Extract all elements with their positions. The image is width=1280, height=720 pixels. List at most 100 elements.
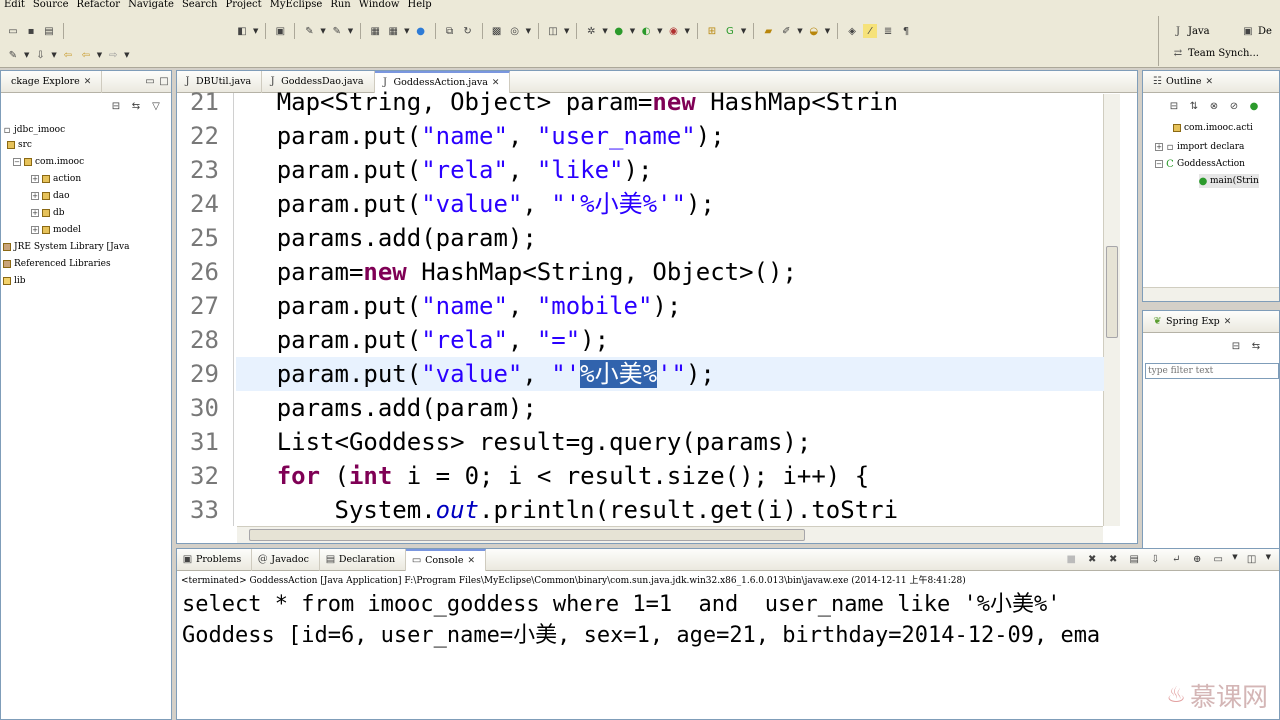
scroll-thumb[interactable] (249, 529, 805, 541)
outline-view: ☷ Outline ✕ ⊟ ⇅ ⊗ ⊘ ● com.imooc.acti + ▫… (1142, 70, 1280, 302)
outline-item-package[interactable]: com.imooc.acti (1173, 123, 1253, 133)
remove-all-icon[interactable]: ✖ (1106, 553, 1120, 567)
code-token: , (522, 360, 552, 388)
code-line[interactable]: 29 param.put("value", "'%小美%'"); (190, 357, 1104, 391)
console-status: <terminated> GoddessAction [Java Applica… (181, 576, 966, 586)
code-token: ); (685, 360, 715, 388)
tab-spring-explorer[interactable]: ❦ Spring Exp ✕ (1147, 311, 1241, 333)
close-icon[interactable]: ✕ (467, 556, 475, 566)
watermark-flame-icon: ♨ (1166, 683, 1186, 708)
scroll-lock-icon[interactable]: ⇩ (1148, 553, 1162, 567)
code-token: , (507, 122, 537, 150)
code-token: params.add(param); (218, 224, 537, 252)
code-area[interactable]: 21 Map<String, Object> param=new HashMap… (0, 0, 1104, 527)
code-line[interactable]: 23 param.put("rela", "like"); (190, 153, 1104, 187)
line-number: 30 (190, 394, 219, 422)
code-token: new (363, 258, 407, 286)
outline-header: ☷ Outline ✕ (1143, 71, 1279, 93)
outline-item-imports[interactable]: + ▫ import declara (1155, 140, 1244, 154)
perspective-team-sync[interactable]: ⇄ Team Synch... (1171, 46, 1259, 60)
collapse-icon[interactable]: − (1155, 160, 1163, 168)
code-token: param.put( (218, 326, 422, 354)
code-token: , (522, 190, 552, 218)
hide-nonpublic-icon[interactable]: ● (1247, 99, 1261, 113)
code-line[interactable]: 24 param.put("value", "'%小美%'"); (190, 187, 1104, 221)
code-line[interactable]: 28 param.put("rela", "="); (190, 323, 1104, 357)
code-token: "rela" (421, 156, 508, 184)
code-token: new (652, 88, 696, 116)
code-line[interactable]: 31 List<Goddess> result=g.query(params); (190, 425, 1104, 459)
imports-icon: ▫ (1166, 141, 1174, 153)
editor-horizontal-scrollbar[interactable] (237, 526, 1103, 543)
tab-problems[interactable]: ▣ Problems (177, 548, 253, 571)
open-console-icon[interactable]: ◫ (1245, 553, 1259, 567)
code-line[interactable]: 33 System.out.println(result.get(i).toSt… (190, 493, 1104, 527)
java-perspective-icon: J (1175, 25, 1180, 37)
close-icon[interactable]: ✕ (1224, 317, 1232, 327)
code-token: ); (623, 156, 653, 184)
line-number: 33 (190, 496, 219, 524)
code-token: List<Goddess> result=g.query(params); (218, 428, 812, 456)
code-token: Map<String, Object> param= (218, 88, 653, 116)
code-token: "name" (421, 122, 508, 150)
code-token: "'%小美%'" (551, 190, 686, 218)
code-line[interactable]: 26 param=new HashMap<String, Object>(); (190, 255, 1104, 289)
terminate-icon[interactable]: ■ (1064, 553, 1078, 567)
outline-toolbar: ⊟ ⇅ ⊗ ⊘ ● (1167, 99, 1261, 113)
selected-text: %小美% (580, 360, 658, 388)
tab-outline[interactable]: ☷ Outline ✕ (1147, 71, 1223, 93)
display-console-icon[interactable]: ▭ (1211, 553, 1225, 567)
filter-input[interactable] (1145, 363, 1279, 379)
code-token: int (348, 462, 393, 490)
scroll-thumb[interactable] (1106, 246, 1118, 338)
line-number: 29 (190, 360, 219, 388)
tab-declaration[interactable]: ▤ Declaration (320, 548, 407, 571)
method-icon: ● (1198, 175, 1208, 187)
outline-horizontal-scrollbar[interactable] (1143, 287, 1279, 301)
watermark-text: 慕课网 (1189, 683, 1268, 713)
code-line[interactable]: 32 for (int i = 0; i < result.size(); i+… (190, 459, 1104, 493)
code-token: "mobile" (536, 292, 653, 320)
watermark: ♨ 慕课网 (1166, 677, 1268, 714)
hide-static-icon[interactable]: ⊘ (1227, 99, 1241, 113)
code-line[interactable]: 22 param.put("name", "user_name"); (190, 119, 1104, 153)
code-token: .println(result.get(i).toStri (479, 496, 899, 524)
collapse-all-icon[interactable]: ⊟ (1229, 339, 1243, 353)
code-token: "' (551, 360, 581, 388)
editor-vertical-scrollbar[interactable] (1103, 94, 1120, 526)
tab-console[interactable]: ▭ Console ✕ (406, 548, 486, 571)
code-token: ( (320, 462, 349, 490)
code-token: '" (657, 360, 686, 388)
code-token: ); (652, 292, 682, 320)
outline-item-class[interactable]: − C GoddessAction (1155, 157, 1245, 171)
tab-javadoc[interactable]: @ Javadoc (252, 548, 320, 571)
clear-console-icon[interactable]: ▤ (1127, 553, 1141, 567)
perspective-java[interactable]: J Java (1171, 24, 1210, 38)
code-line[interactable]: 25 params.add(param); (190, 221, 1104, 255)
problems-icon: ▣ (182, 554, 193, 565)
outline-item-main[interactable]: ● main(Strin (1199, 174, 1259, 188)
word-wrap-icon[interactable]: ↵ (1169, 553, 1183, 567)
line-number: 31 (190, 428, 219, 456)
code-line[interactable]: 21 Map<String, Object> param=new HashMap… (190, 85, 1104, 119)
sort-icon[interactable]: ⇅ (1187, 99, 1201, 113)
code-token: param= (218, 258, 364, 286)
console-toolbar: ■ ✖ ✖ ▤ ⇩ ↵ ⊕ ▭ ▼ ◫ ▼ (1064, 553, 1279, 567)
close-icon[interactable]: ✕ (1206, 77, 1214, 87)
hide-fields-icon[interactable]: ⊗ (1207, 99, 1221, 113)
pin-console-icon[interactable]: ⊕ (1190, 553, 1204, 567)
expand-icon[interactable]: + (1155, 143, 1163, 151)
collapse-all-icon[interactable]: ⊟ (1167, 99, 1181, 113)
remove-launch-icon[interactable]: ✖ (1085, 553, 1099, 567)
perspective-debug[interactable]: ▣ De (1241, 24, 1272, 38)
code-line[interactable]: 30 params.add(param); (190, 391, 1104, 425)
code-line[interactable]: 27 param.put("name", "mobile"); (190, 289, 1104, 323)
code-token: out (435, 496, 480, 524)
line-number: 26 (190, 258, 219, 286)
code-token: param.put( (218, 360, 422, 388)
line-number: 23 (190, 156, 219, 184)
link-with-editor-icon[interactable]: ⇆ (1249, 339, 1263, 353)
code-token: HashMap<Strin (695, 88, 899, 116)
line-number: 24 (190, 190, 219, 218)
code-token: System. (218, 496, 436, 524)
